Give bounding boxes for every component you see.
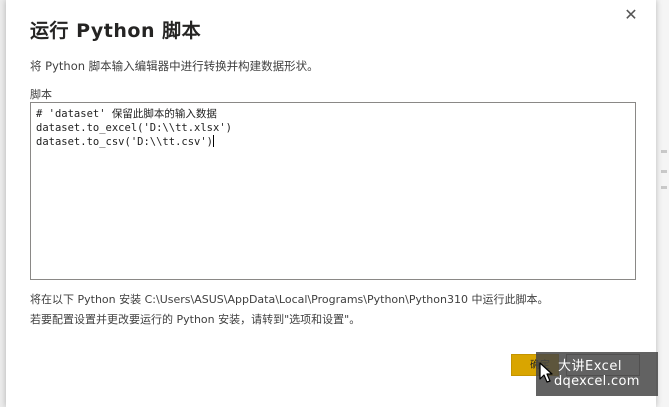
code-line: # 'dataset' 保留此脚本的输入数据 [36, 108, 217, 120]
mouse-pointer-icon [539, 362, 553, 383]
background-mark [661, 170, 667, 173]
watermark-title: 大讲Excel [558, 359, 622, 374]
watermark-url: dqexcel.com [554, 374, 640, 389]
code-line-with-caret: dataset.to_csv('D:\\tt.csv') [36, 135, 630, 149]
dialog-description: 将 Python 脚本输入编辑器中进行转换并构建数据形状。 [30, 59, 319, 73]
run-python-script-dialog: ✕ 运行 Python 脚本 将 Python 脚本输入编辑器中进行转换并构建数… [6, 0, 656, 407]
code-line: dataset.to_csv('D:\\tt.csv') [36, 136, 214, 148]
script-editor[interactable]: # 'dataset' 保留此脚本的输入数据 dataset.to_excel(… [30, 102, 636, 280]
script-label: 脚本 [30, 88, 52, 101]
screen: ✕ 运行 Python 脚本 将 Python 脚本输入编辑器中进行转换并构建数… [0, 0, 669, 407]
options-settings-note: 若要配置设置并更改要运行的 Python 安装，请转到"选项和设置"。 [30, 313, 361, 326]
text-caret [213, 135, 215, 147]
background-mark [661, 186, 667, 189]
background-mark [661, 150, 667, 153]
close-icon[interactable]: ✕ [622, 6, 640, 24]
python-install-note: 将在以下 Python 安装 C:\Users\ASUS\AppData\Loc… [30, 293, 549, 306]
dialog-title: 运行 Python 脚本 [30, 20, 202, 42]
background-app-strip [654, 0, 669, 407]
code-line: dataset.to_excel('D:\\tt.xlsx') [36, 122, 232, 134]
